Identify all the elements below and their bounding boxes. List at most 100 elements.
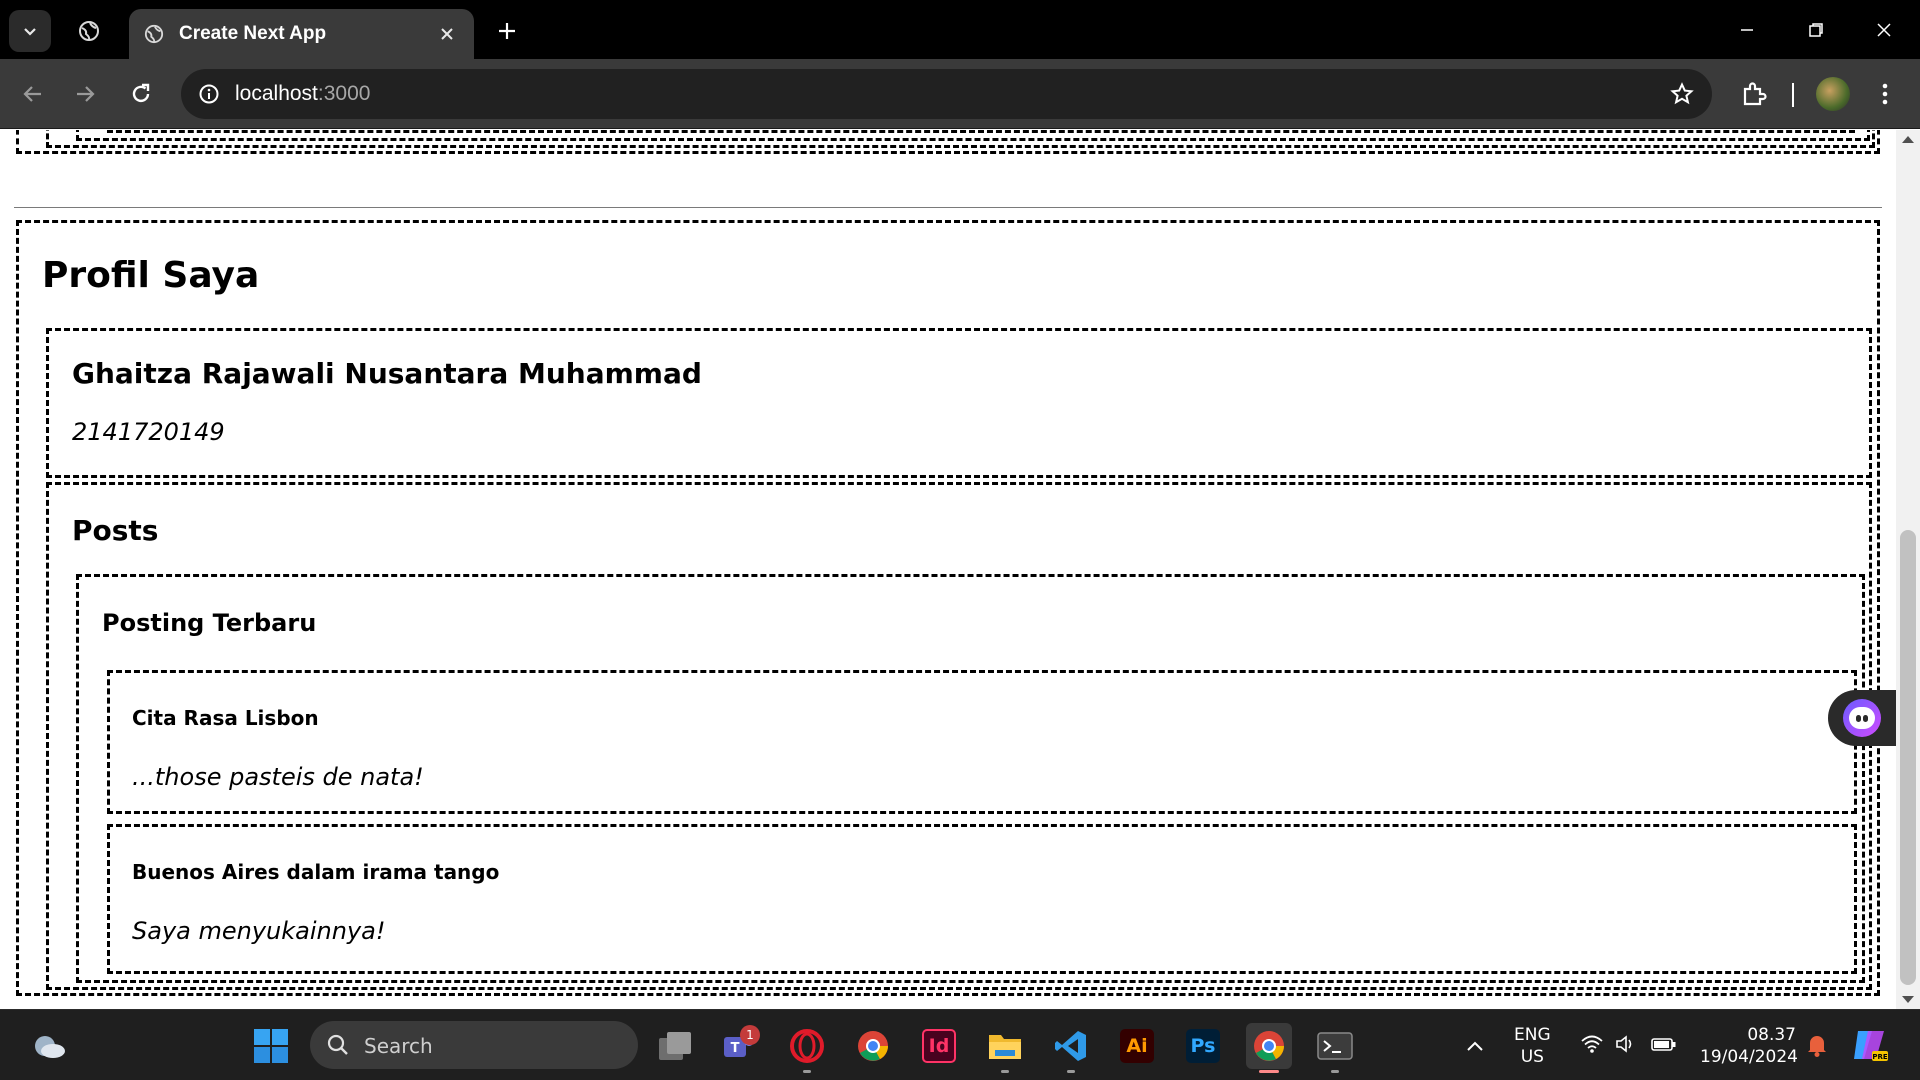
- language-code: ENG: [1514, 1025, 1551, 1045]
- page-title: Profil Saya: [42, 255, 260, 296]
- battery-icon[interactable]: [1650, 1034, 1678, 1058]
- post-card: [107, 670, 1857, 814]
- vscode-icon: [1055, 1031, 1086, 1061]
- globe-icon: [79, 21, 99, 41]
- minimize-icon: [1741, 29, 1753, 31]
- windows-logo-icon: [254, 1029, 288, 1063]
- previous-section-box: [107, 130, 1855, 133]
- volume-icon[interactable]: [1614, 1034, 1638, 1058]
- notification-badge: 1: [740, 1025, 760, 1045]
- weather-widget[interactable]: [26, 1023, 72, 1069]
- illustrator-icon: Ai: [1120, 1029, 1154, 1063]
- post-title: Cita Rasa Lisbon: [132, 706, 319, 730]
- address-bar[interactable]: localhost:3000: [181, 69, 1712, 119]
- back-button[interactable]: [12, 73, 54, 115]
- svg-text:T: T: [731, 1041, 740, 1056]
- vscode-app[interactable]: [1048, 1023, 1094, 1073]
- active-tab[interactable]: Create Next App: [129, 9, 474, 59]
- opera-icon: [790, 1029, 824, 1063]
- avatar[interactable]: [1816, 77, 1850, 111]
- tab-group-button[interactable]: [68, 10, 110, 52]
- scroll-up-icon[interactable]: [1902, 136, 1914, 143]
- search-icon: [327, 1034, 348, 1055]
- browser-tab-strip: Create Next App: [0, 0, 1920, 59]
- active-indicator: [1259, 1070, 1279, 1073]
- new-tab-button[interactable]: [490, 14, 524, 48]
- profile-name: Ghaitza Rajawali Nusantara Muhammad: [72, 357, 702, 390]
- window-minimize-button[interactable]: [1724, 10, 1770, 50]
- assistant-floating-button[interactable]: [1828, 690, 1896, 746]
- page-scrollbar[interactable]: [1896, 130, 1920, 1009]
- close-icon[interactable]: [434, 21, 460, 47]
- tab-title: Create Next App: [179, 23, 327, 44]
- photoshop-app[interactable]: Ps: [1180, 1023, 1226, 1069]
- post-card: [107, 824, 1857, 974]
- wifi-icon[interactable]: [1580, 1034, 1604, 1058]
- indesign-app[interactable]: Id: [916, 1023, 962, 1069]
- task-view-button[interactable]: [652, 1023, 698, 1069]
- copilot-icon[interactable]: PRE: [1850, 1025, 1890, 1065]
- forward-icon: [77, 86, 95, 102]
- toolbar-divider: [1792, 83, 1794, 107]
- url-host: localhost: [235, 82, 318, 105]
- scrollbar-thumb[interactable]: [1900, 530, 1916, 985]
- reload-icon: [132, 83, 150, 103]
- globe-icon: [143, 23, 165, 45]
- restore-icon: [1809, 23, 1823, 37]
- window-restore-button[interactable]: [1793, 10, 1839, 50]
- post-title: Buenos Aires dalam irama tango: [132, 860, 500, 884]
- assistant-icon: [1843, 699, 1881, 737]
- opera-app[interactable]: [784, 1023, 830, 1073]
- photoshop-icon: Ps: [1186, 1029, 1220, 1063]
- site-info-icon[interactable]: [193, 78, 225, 110]
- taskbar-search[interactable]: Search: [310, 1021, 638, 1069]
- url-port: :3000: [317, 82, 371, 105]
- latest-posts-heading: Posting Terbaru: [102, 609, 317, 637]
- post-body: ...those pasteis de nata!: [132, 763, 424, 791]
- illustrator-app[interactable]: Ai: [1114, 1023, 1160, 1069]
- clock-time: 08.37: [1747, 1025, 1796, 1045]
- search-label: Search: [364, 1034, 433, 1058]
- terminal-icon: [1317, 1032, 1353, 1060]
- url-text: localhost:3000: [235, 82, 370, 106]
- post-body: Saya menyukainnya!: [132, 917, 386, 945]
- notification-bell-icon[interactable]: [1805, 1032, 1829, 1062]
- indesign-icon: Id: [922, 1029, 956, 1063]
- running-indicator: [803, 1070, 811, 1073]
- language-indicator[interactable]: ENG US: [1514, 1024, 1551, 1068]
- start-button[interactable]: [248, 1023, 294, 1069]
- terminal-app[interactable]: [1312, 1023, 1358, 1073]
- profile-nim: 2141720149: [72, 418, 225, 446]
- chrome-profile-app[interactable]: [1246, 1023, 1292, 1073]
- svg-text:PRE: PRE: [1872, 1053, 1888, 1061]
- teams-app[interactable]: T 1: [716, 1023, 762, 1069]
- tab-search-button[interactable]: [9, 10, 51, 52]
- language-region: US: [1520, 1047, 1544, 1067]
- running-indicator: [1331, 1070, 1339, 1073]
- window-close-button[interactable]: [1861, 10, 1907, 50]
- show-hidden-icons-button[interactable]: [1466, 1036, 1484, 1057]
- file-explorer-app[interactable]: [982, 1023, 1028, 1073]
- back-icon: [23, 86, 41, 102]
- system-clock[interactable]: 08.37 19/04/2024: [1700, 1024, 1798, 1068]
- close-icon: [1877, 23, 1891, 37]
- chrome-app[interactable]: [850, 1023, 896, 1069]
- weather-icon: [35, 1036, 65, 1058]
- profile-card: [46, 328, 1872, 478]
- chevron-up-icon: [1467, 1041, 1483, 1051]
- forward-button[interactable]: [64, 73, 106, 115]
- reload-button[interactable]: [120, 73, 162, 115]
- scroll-down-icon[interactable]: [1902, 996, 1914, 1003]
- kebab-menu-icon: [1882, 83, 1888, 105]
- browser-menu-button[interactable]: [1868, 73, 1902, 115]
- chevron-down-icon: [24, 28, 36, 36]
- os-taskbar: Search T 1 Id Ai Ps ENG US 08.37 19/04/2…: [0, 1009, 1920, 1080]
- bookmark-star-button[interactable]: [1666, 78, 1698, 110]
- running-indicator: [1067, 1070, 1075, 1073]
- chrome-icon: [1254, 1031, 1284, 1061]
- task-view-icon: [659, 1032, 691, 1060]
- extensions-button[interactable]: [1733, 73, 1775, 115]
- page-viewport: Profil Saya Ghaitza Rajawali Nusantara M…: [0, 130, 1896, 1009]
- folder-icon: [989, 1035, 1021, 1059]
- star-icon: [1670, 82, 1694, 105]
